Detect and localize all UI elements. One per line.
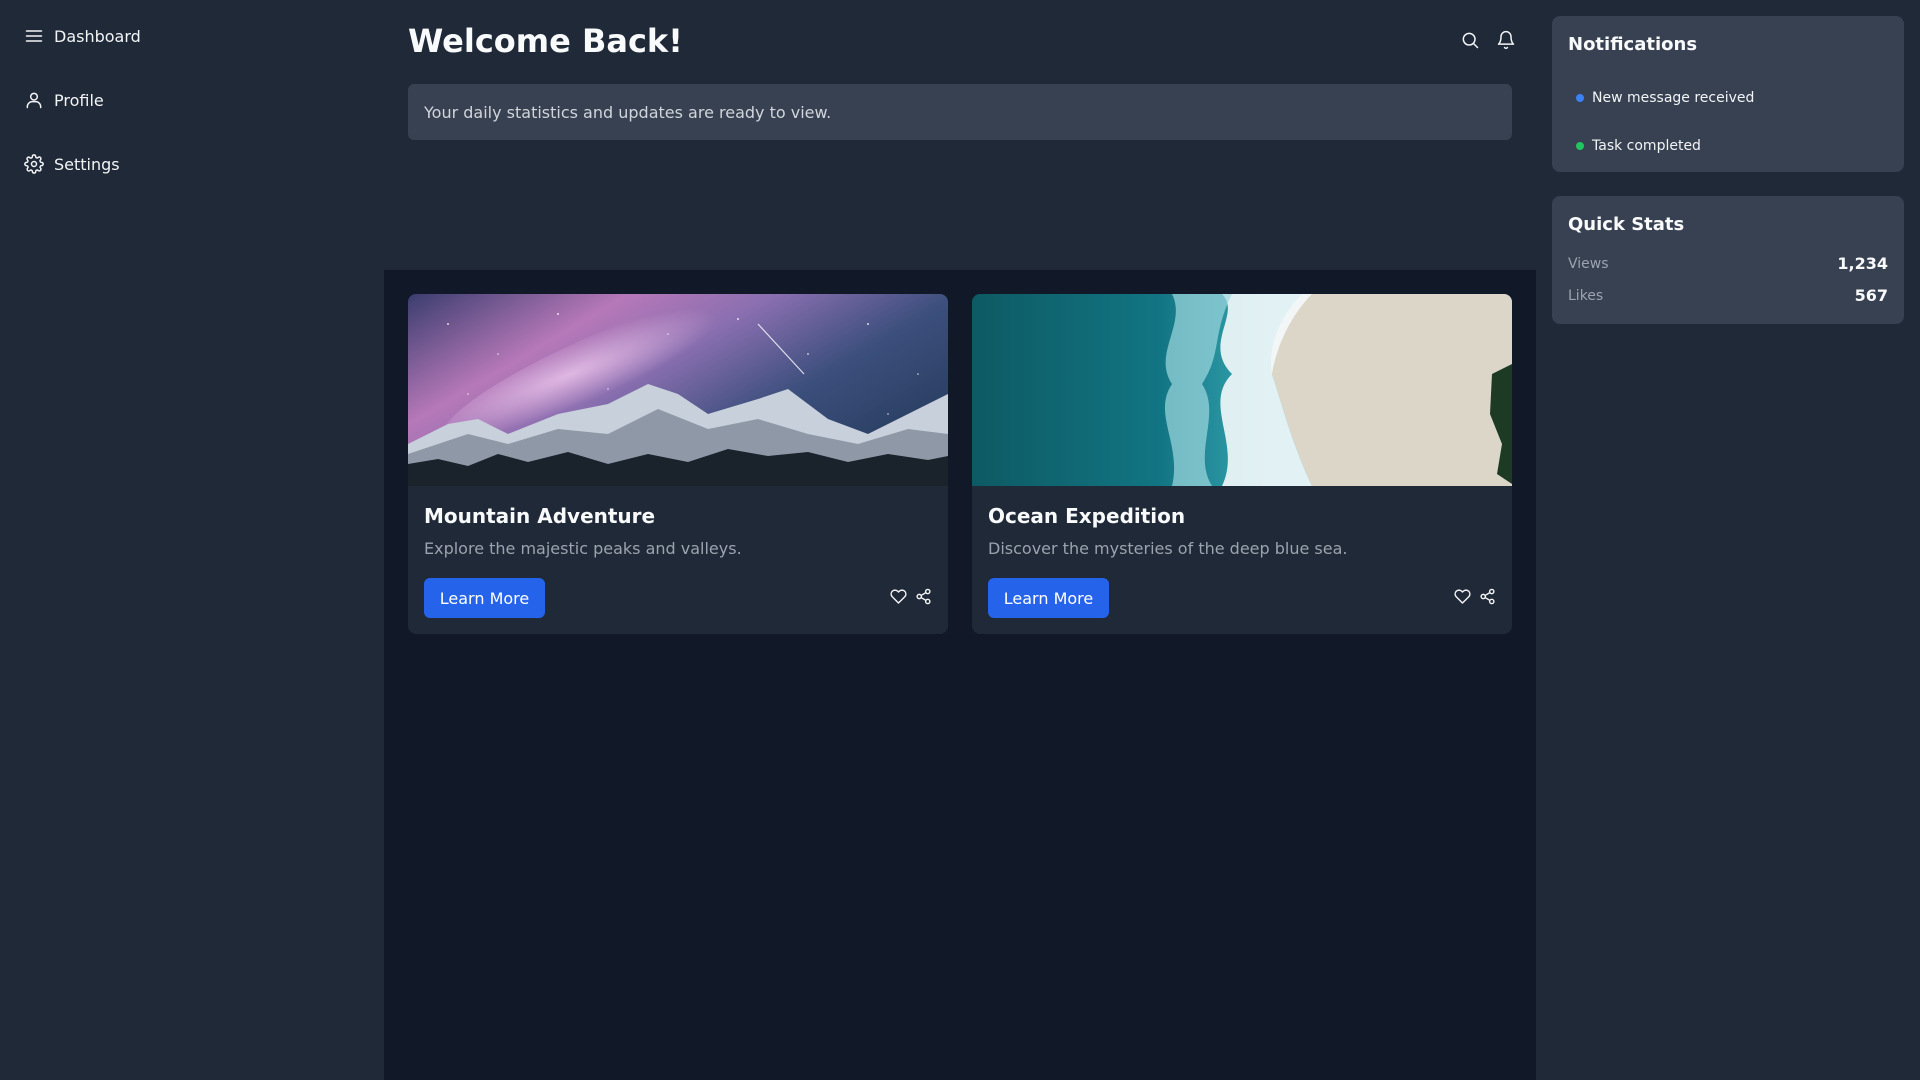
card-description: Explore the majestic peaks and valleys. xyxy=(424,539,742,558)
stat-row-likes: Likes 567 xyxy=(1568,286,1888,305)
gear-icon xyxy=(24,154,44,174)
stat-label: Views xyxy=(1568,255,1609,272)
sidebar-item-label: Dashboard xyxy=(54,26,141,46)
card-description: Discover the mysteries of the deep blue … xyxy=(988,539,1348,558)
share-icon xyxy=(916,588,931,605)
sidebar: Dashboard Profile Settings xyxy=(0,0,384,1080)
user-icon xyxy=(26,92,42,109)
quick-stats-title: Quick Stats xyxy=(1568,214,1685,235)
bell-icon xyxy=(1497,30,1515,50)
notification-item[interactable]: Task completed xyxy=(1576,138,1701,154)
card-ocean-expedition: Ocean Expedition Discover the mysteries … xyxy=(972,294,1512,634)
search-button[interactable] xyxy=(1460,30,1480,50)
stat-value: 1,234 xyxy=(1837,254,1888,273)
heart-icon xyxy=(1454,589,1471,604)
page-title: Welcome Back! xyxy=(408,22,683,60)
notification-item[interactable]: New message received xyxy=(1576,90,1754,106)
banner-text: Your daily statistics and updates are re… xyxy=(424,102,832,122)
share-icon xyxy=(1480,588,1495,605)
card-mountain-adventure: Mountain Adventure Explore the majestic … xyxy=(408,294,948,634)
notifications-title: Notifications xyxy=(1568,34,1698,55)
search-icon xyxy=(1462,32,1479,49)
quick-stats-panel: Quick Stats Views 1,234 Likes 567 xyxy=(1552,196,1904,324)
notification-text: New message received xyxy=(1592,90,1755,106)
success-dot-icon xyxy=(1576,142,1584,150)
sidebar-item-dashboard[interactable]: Dashboard xyxy=(8,16,376,56)
stat-row-views: Views 1,234 xyxy=(1568,254,1888,273)
card-actions xyxy=(1454,588,1496,605)
welcome-banner: Your daily statistics and updates are re… xyxy=(408,84,1512,140)
card-title: Ocean Expedition xyxy=(988,504,1186,528)
unread-dot-icon xyxy=(1576,94,1584,102)
card-actions xyxy=(890,588,932,605)
notifications-panel: Notifications New message received Task … xyxy=(1552,16,1904,172)
sidebar-item-profile[interactable]: Profile xyxy=(8,80,376,120)
menu-icon xyxy=(25,30,43,42)
share-button[interactable] xyxy=(915,588,932,605)
like-button[interactable] xyxy=(890,588,907,605)
notification-text: Task completed xyxy=(1592,138,1701,154)
card-title: Mountain Adventure xyxy=(424,504,656,528)
like-button[interactable] xyxy=(1454,588,1471,605)
share-button[interactable] xyxy=(1479,588,1496,605)
sidebar-item-label: Profile xyxy=(54,90,104,110)
sidebar-item-label: Settings xyxy=(54,154,120,174)
learn-more-button[interactable]: Learn More xyxy=(424,578,545,618)
stat-label: Likes xyxy=(1568,287,1604,304)
header-actions xyxy=(1460,30,1516,50)
stat-value: 567 xyxy=(1854,286,1888,305)
heart-icon xyxy=(890,589,907,604)
card-image-mountain xyxy=(408,294,948,486)
learn-more-button[interactable]: Learn More xyxy=(988,578,1109,618)
notifications-button[interactable] xyxy=(1496,30,1516,50)
sidebar-item-settings[interactable]: Settings xyxy=(8,144,376,184)
card-image-ocean xyxy=(972,294,1512,486)
